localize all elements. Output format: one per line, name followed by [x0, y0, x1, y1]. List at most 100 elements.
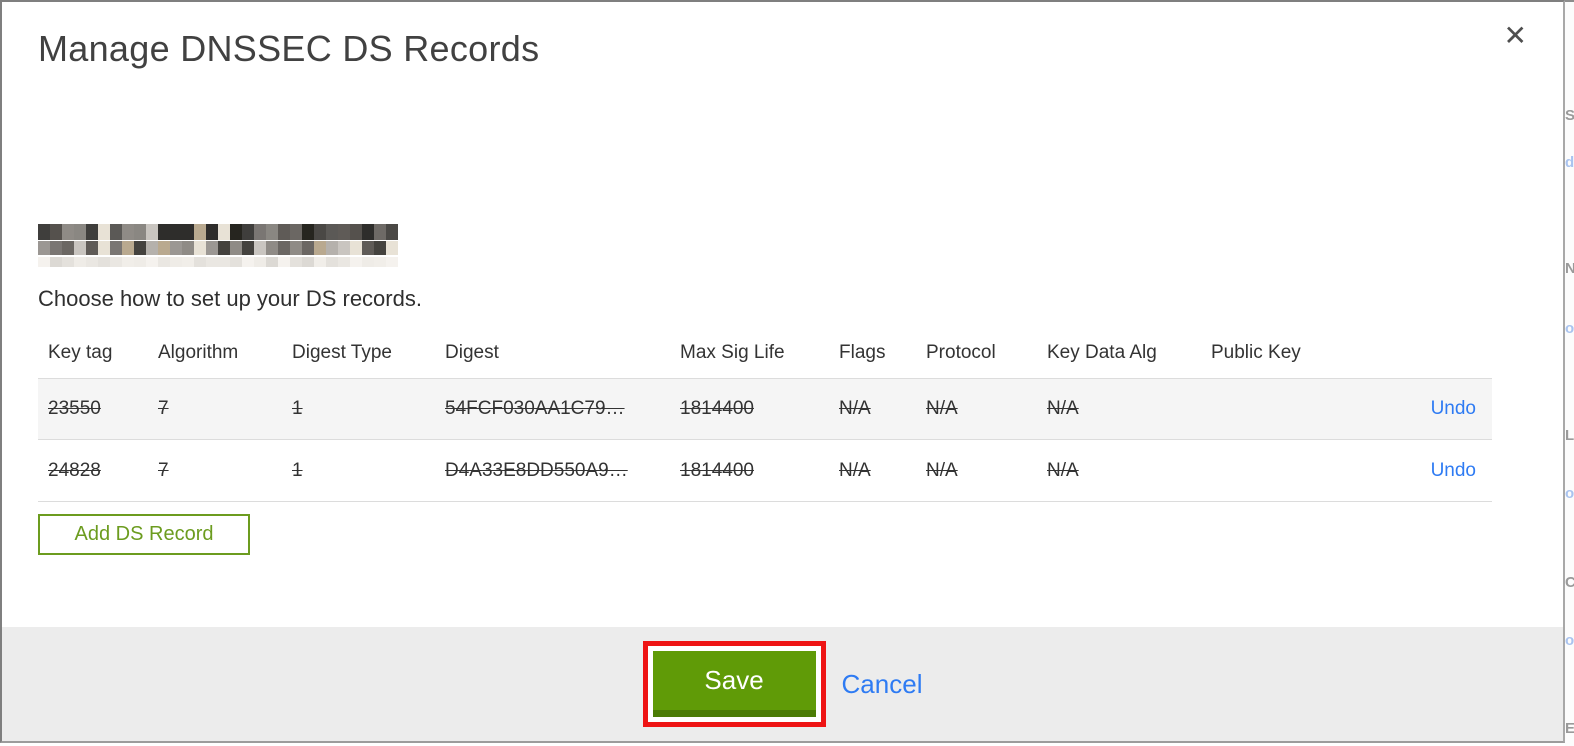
column-header-algorithm: Algorithm: [158, 342, 239, 363]
column-header-flags: Flags: [839, 342, 886, 363]
redaction-pixel: [326, 241, 338, 256]
cell-digest: 54FCF030AA1C79…: [445, 398, 625, 420]
redaction-pixel: [86, 241, 98, 256]
redaction-pixel: [146, 256, 158, 267]
column-header-key-data-alg: Key Data Alg: [1047, 342, 1157, 363]
redaction-pixel: [122, 224, 134, 240]
redaction-pixel: [338, 241, 350, 256]
redaction-pixel: [266, 224, 278, 240]
cell-key-data-alg: N/A: [1047, 398, 1079, 419]
redaction-pixel: [242, 241, 254, 256]
redaction-pixel: [158, 224, 170, 240]
redaction-pixel: [122, 241, 134, 256]
close-icon[interactable]: ✕: [1504, 22, 1527, 50]
cell-algorithm: 7: [158, 398, 169, 419]
redaction-pixel: [362, 224, 374, 240]
redaction-pixel: [170, 224, 182, 240]
ds-records-table: Key tag Algorithm Digest Type Digest Max Sig…: [38, 328, 1492, 502]
redacted-domain-name: [38, 224, 398, 268]
background-text-fragment: C: [1565, 574, 1574, 591]
redaction-pixel: [194, 256, 206, 267]
redaction-pixel: [314, 224, 326, 240]
redaction-pixel: [242, 224, 254, 240]
undo-link[interactable]: Undo: [1431, 460, 1476, 481]
redaction-pixel: [314, 241, 326, 256]
background-text-fragment: N: [1565, 260, 1574, 277]
cell-key-tag: 23550: [48, 398, 101, 419]
redaction-pixel: [278, 224, 290, 240]
table-header-row: Key tag Algorithm Digest Type Digest Max Sig…: [38, 328, 1492, 378]
redaction-pixel: [362, 241, 374, 256]
cell-key-data-alg: N/A: [1047, 459, 1079, 481]
column-header-key-tag: Key tag: [48, 342, 113, 363]
screen: Manage DNSSEC DS Records ✕ Choose how to…: [0, 0, 1574, 746]
column-header-digest: Digest: [445, 342, 499, 363]
redaction-pixel: [38, 224, 50, 240]
background-text-fragment: o: [1565, 320, 1574, 337]
redaction-pixel: [338, 224, 350, 240]
redaction-pixel: [350, 256, 362, 267]
instruction-text: Choose how to set up your DS records.: [38, 286, 422, 311]
redaction-pixel: [86, 256, 98, 267]
add-ds-record-button[interactable]: Add DS Record: [38, 514, 250, 555]
redaction-pixel: [302, 241, 314, 256]
redaction-pixel: [182, 224, 194, 240]
redaction-pixel: [290, 224, 302, 240]
table-row: 23550 7 1 54FCF030AA1C79… 1814400 N/A N/A N/A Un…: [38, 378, 1492, 440]
table-row: 24828 7 1 D4A33E8DD550A9… 1814400 N/A N/A N/A Un…: [38, 440, 1492, 502]
redaction-pixel: [206, 256, 218, 267]
background-page-sliver: Sd No Lo Co E: [1565, 0, 1574, 746]
background-text-fragment: d: [1565, 154, 1574, 171]
redaction-pixel: [146, 241, 158, 256]
redaction-pixel: [230, 256, 242, 267]
background-text-fragment: o: [1565, 485, 1574, 502]
save-button[interactable]: Save: [652, 651, 816, 717]
redaction-pixel: [170, 241, 182, 256]
redaction-pixel: [242, 256, 254, 267]
modal-footer: Save Cancel: [2, 627, 1563, 741]
redaction-pixel: [74, 256, 86, 267]
redaction-pixel: [374, 256, 386, 267]
undo-link[interactable]: Undo: [1431, 398, 1476, 419]
redaction-pixel: [86, 224, 98, 240]
redaction-pixel: [278, 256, 290, 267]
redaction-pixel: [386, 224, 398, 240]
background-text-fragment: S: [1565, 107, 1574, 124]
redaction-pixel: [38, 256, 50, 267]
redaction-pixel: [386, 256, 398, 267]
redaction-pixel: [194, 224, 206, 240]
redaction-pixel: [158, 256, 170, 267]
column-header-public-key: Public Key: [1211, 342, 1301, 363]
redaction-pixel: [374, 241, 386, 256]
save-highlight-annotation: Save: [642, 641, 826, 727]
redaction-pixel: [254, 224, 266, 240]
redaction-pixel: [302, 256, 314, 267]
cell-protocol: N/A: [926, 398, 958, 419]
redaction-pixel: [122, 256, 134, 267]
cancel-link[interactable]: Cancel: [842, 669, 923, 700]
background-text-fragment: L: [1565, 427, 1574, 444]
redaction-pixel: [266, 256, 278, 267]
redaction-pixel: [158, 241, 170, 256]
redaction-pixel: [218, 224, 230, 240]
redaction-pixel: [206, 241, 218, 256]
redaction-pixel: [230, 224, 242, 240]
redaction-pixel: [254, 256, 266, 267]
page-title: Manage DNSSEC DS Records: [38, 28, 540, 69]
background-text-fragment: E: [1565, 720, 1574, 737]
redaction-pixel: [182, 256, 194, 267]
redaction-pixel: [50, 241, 62, 256]
cell-digest-type: 1: [292, 459, 303, 481]
redaction-pixel: [134, 224, 146, 240]
redaction-pixel: [110, 224, 122, 240]
redaction-pixel: [50, 224, 62, 240]
redaction-pixel: [74, 241, 86, 256]
redaction-pixel: [110, 241, 122, 256]
redaction-pixel: [314, 256, 326, 267]
redaction-pixel: [230, 241, 242, 256]
column-header-protocol: Protocol: [926, 342, 996, 363]
redaction-pixel: [62, 256, 74, 267]
redaction-pixel: [290, 256, 302, 267]
redaction-pixel: [362, 256, 374, 267]
redaction-pixel: [386, 241, 398, 256]
